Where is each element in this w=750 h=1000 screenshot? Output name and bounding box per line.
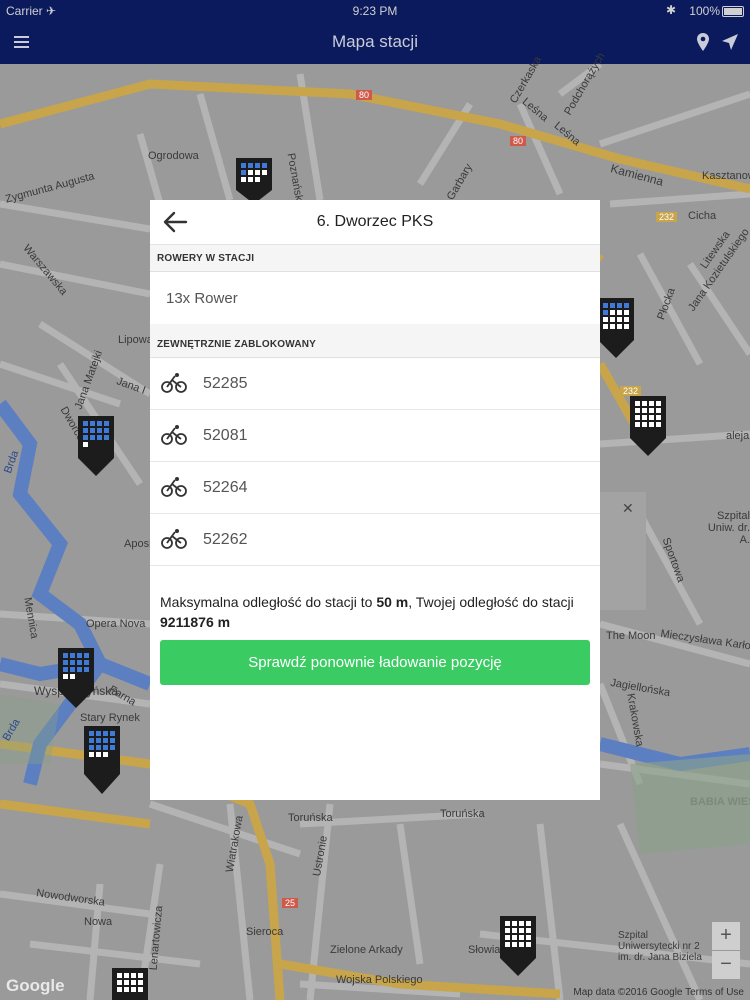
station-marker-icon[interactable]	[82, 724, 122, 796]
map-label: Sieroca	[246, 926, 284, 938]
station-marker-icon[interactable]	[628, 394, 668, 458]
distance-info-text: Maksymalna odległość do stacji to 50 m, …	[160, 592, 590, 632]
map-label: Toruńska	[288, 812, 333, 824]
bike-list-item[interactable]: 52285	[150, 358, 600, 410]
map-label: Ogrodowa	[148, 150, 199, 162]
map-label: Cicha	[688, 210, 717, 222]
your-distance-value: 9211876 m	[160, 614, 231, 630]
map-label: Nowa	[84, 916, 113, 928]
bicycle-icon	[161, 477, 187, 497]
battery-percent: 100%	[689, 4, 720, 18]
section-divider	[150, 324, 600, 331]
battery-icon	[722, 6, 744, 17]
zoom-in-button[interactable]: +	[712, 922, 740, 950]
map-label: Toruńska	[440, 808, 485, 820]
status-time: 9:23 PM	[352, 4, 398, 18]
section-header-bikes: ROWERY W STACJI	[150, 245, 600, 272]
map-label: Wojska Polskiego	[336, 974, 423, 986]
google-logo: Google	[6, 976, 65, 995]
bike-id: 52262	[203, 531, 248, 548]
status-bar: Carrier ✈ 9:23 PM ✱ 100%	[0, 0, 750, 22]
bicycle-icon	[161, 529, 187, 549]
nav-bar: Mapa stacji	[0, 22, 750, 64]
zoom-out-button[interactable]: −	[712, 951, 740, 979]
map-label: The Moon	[606, 630, 656, 642]
bicycle-icon	[161, 425, 187, 445]
app-screen: Carrier ✈ 9:23 PM ✱ 100% Mapa stacji Ogr…	[0, 0, 750, 1000]
bike-id: 52285	[203, 375, 248, 392]
road-number-badge: 232	[656, 212, 678, 222]
road-number-badge: 80	[510, 136, 527, 146]
max-distance-value: 50 m	[376, 594, 409, 610]
station-marker-icon[interactable]	[56, 646, 96, 710]
map-label: BABIA WIEŚ	[690, 796, 750, 808]
map-label: Szpital Uniwersytecki nr 2 im. dr. Jana …	[618, 930, 702, 963]
road-number-badge: 80	[356, 90, 373, 100]
bluetooth-icon: ✱	[665, 3, 676, 17]
bike-id: 52081	[203, 427, 248, 444]
station-marker-icon[interactable]	[110, 966, 150, 1000]
map-label: aleja	[726, 430, 750, 442]
station-marker-icon[interactable]	[76, 414, 116, 478]
distance-prefix: Maksymalna odległość do stacji to	[160, 594, 377, 610]
close-icon[interactable]: ✕	[622, 500, 634, 517]
bike-list-item[interactable]: 52264	[150, 462, 600, 514]
map-label: Kasztanowa	[702, 170, 750, 182]
distance-middle: , Twojej odległość do stacji	[408, 594, 574, 610]
road-number-badge: 25	[282, 898, 299, 908]
map-label: Szpital Uniw. dr. A.	[707, 510, 750, 546]
map-label: Stary Rynek	[80, 712, 140, 724]
bikes-count-label: 13x Rower	[166, 290, 238, 307]
map-label: Zielone Arkady	[330, 944, 403, 956]
map-attribution[interactable]: Map data ©2016 Google Terms of Use	[573, 987, 744, 998]
bicycle-icon	[161, 373, 187, 393]
station-detail-modal: 6. Dworzec PKS ROWERY W STACJI 13x Rower…	[150, 200, 600, 800]
section-header-locked: ZEWNĘTRZNIE ZABLOKOWANY	[150, 331, 600, 358]
station-marker-icon[interactable]	[596, 296, 636, 360]
station-title: 6. Dworzec PKS	[316, 213, 434, 230]
station-marker-icon[interactable]	[234, 156, 274, 206]
section-header-label: ZEWNĘTRZNIE ZABLOKOWANY	[157, 339, 317, 350]
bike-list-item[interactable]: 52081	[150, 410, 600, 462]
station-marker-icon[interactable]	[498, 914, 538, 978]
recheck-position-button[interactable]: Sprawdź ponownie ładowanie pozycję	[160, 640, 590, 685]
map-label: Opera Nova	[86, 618, 146, 630]
bikes-count-row: 13x Rower	[150, 272, 600, 325]
modal-header: 6. Dworzec PKS	[150, 200, 600, 245]
section-header-label: ROWERY W STACJI	[157, 253, 255, 264]
map-label: Lipowa	[118, 334, 153, 346]
bike-list-item[interactable]: 52262	[150, 514, 600, 566]
page-title: Mapa stacji	[332, 32, 418, 51]
bike-id: 52264	[203, 479, 248, 496]
location-pin-icon[interactable]	[696, 32, 710, 52]
locate-arrow-icon[interactable]	[720, 32, 740, 52]
